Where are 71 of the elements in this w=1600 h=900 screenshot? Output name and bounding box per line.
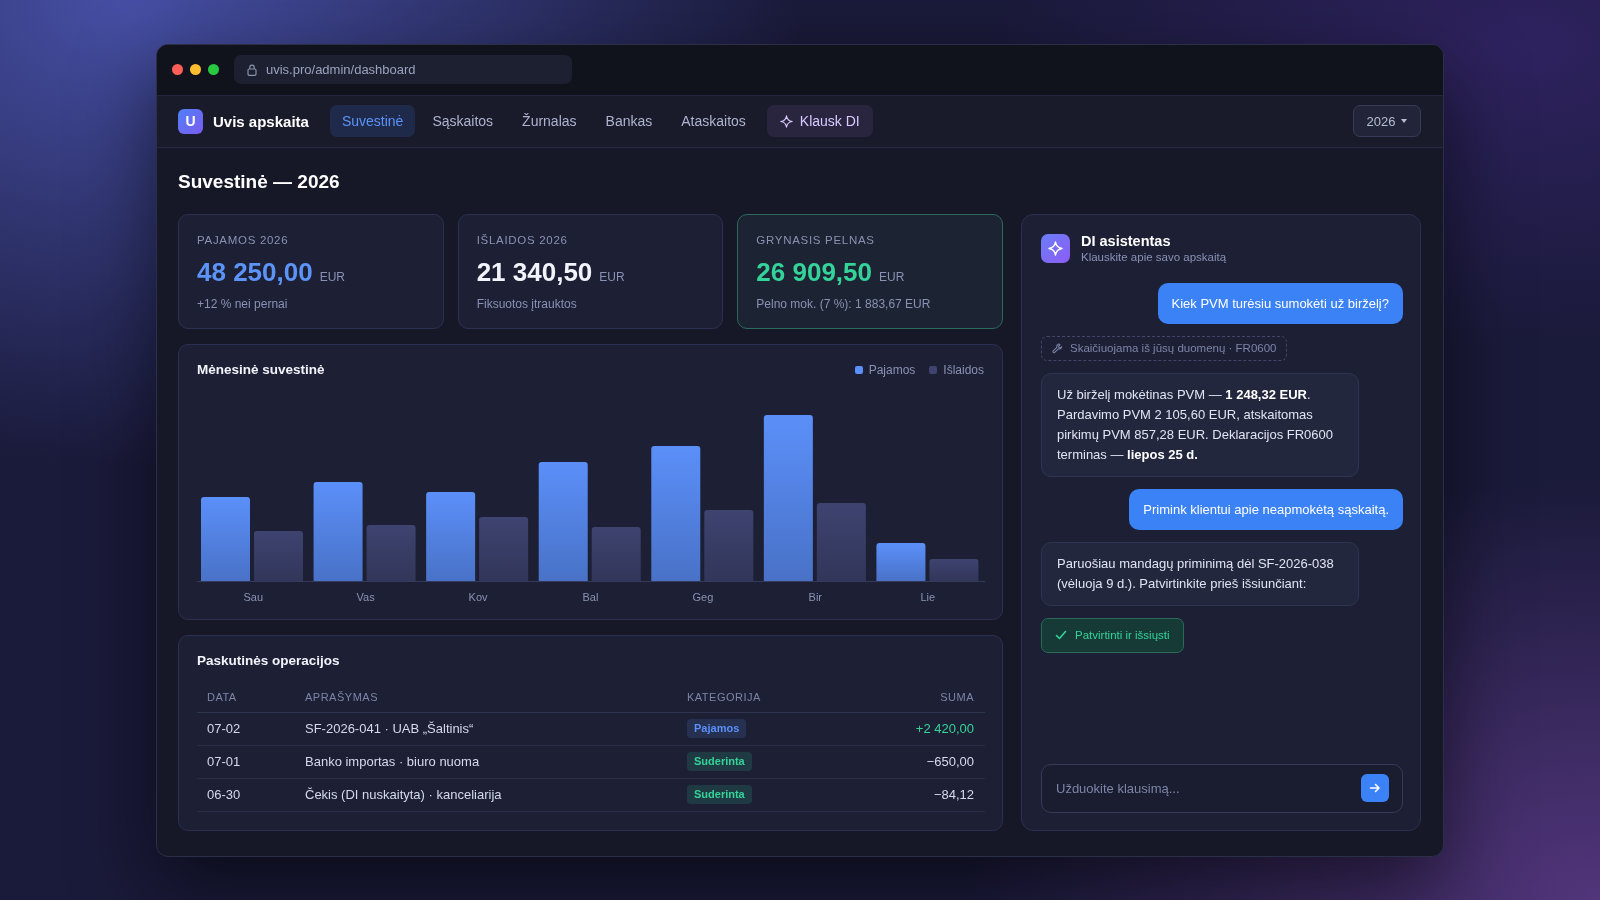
- assistant-message: Už birželį mokėtinas PVM — 1 248,32 EUR. Pardavimo PVM 2 105,60 EUR, atskaitomas pirkimų PVM 857,28 EUR. Deklaracijos FR0600 terminas — liepos 25 d.: [1041, 372, 1359, 477]
- month-label: Geg: [691, 589, 715, 605]
- month-label: Bal: [581, 589, 600, 605]
- legend-label: Išlaidos: [943, 362, 984, 377]
- window-maximize-icon[interactable]: [208, 64, 219, 75]
- sparkle-icon: [779, 114, 793, 128]
- month-label: Lie: [919, 589, 937, 605]
- assistant-message: Paruošiau mandagų priminimą dėl SF-2026-038 (vėluoja 9 d.). Patvirtinkite prieš išsiunčiant:: [1041, 541, 1359, 606]
- url-text: uvis.pro/admin/dashboard: [266, 62, 416, 77]
- column-header: SUMA: [865, 681, 985, 712]
- table-cell: −84,12: [865, 778, 985, 811]
- category-tag: Suderinta: [687, 785, 752, 804]
- table-cell: 07-02: [197, 712, 295, 745]
- category-tag: Suderinta: [687, 752, 752, 771]
- column-header: APRAŠYMAS: [295, 681, 677, 712]
- stat-value: 48 250,00: [197, 255, 313, 288]
- check-icon: [1055, 629, 1067, 641]
- address-bar[interactable]: uvis.pro/admin/dashboard: [234, 55, 572, 84]
- app-name: Uvis apskaita: [213, 112, 309, 130]
- nav-tab[interactable]: Sąskaitos: [420, 105, 506, 137]
- table-cell: SF-2026-041 · UAB „Šaltinis“: [295, 712, 677, 745]
- nav-tab[interactable]: Klausk DI: [766, 105, 873, 137]
- table-cell: +2 420,00: [865, 712, 985, 745]
- month-label: Vas: [355, 589, 376, 605]
- year-select[interactable]: 2026: [1353, 105, 1421, 137]
- user-message: Primink klientui apie neapmokėtą sąskaitą.: [1129, 488, 1403, 530]
- table-cell: −650,00: [865, 745, 985, 778]
- nav-tab[interactable]: Ataskaitos: [669, 105, 758, 137]
- window-minimize-icon[interactable]: [190, 64, 201, 75]
- category-tag: Pajamos: [687, 719, 747, 738]
- stat-unit: EUR: [879, 269, 905, 284]
- chart-title: Mėnesinė suvestinė: [197, 361, 325, 378]
- window-close-icon[interactable]: [172, 64, 183, 75]
- arrow-icon: [1369, 781, 1381, 794]
- nav-tab[interactable]: Žurnalas: [510, 105, 589, 137]
- stat-value: 26 909,50: [756, 255, 872, 288]
- column-header: KATEGORIJA: [677, 681, 865, 712]
- stat-unit: EUR: [599, 269, 625, 284]
- table-cell: 07-01: [197, 745, 295, 778]
- stat-note: Pelno mok. (7 %): 1 883,67 EUR: [756, 295, 932, 312]
- month-label: Kov: [467, 589, 489, 605]
- nav-tab[interactable]: Suvestinė: [329, 105, 416, 137]
- stat-note: Fiksuotos įtrauktos: [476, 295, 578, 312]
- wrench-icon: [1052, 342, 1063, 354]
- assistant-subtitle: Klauskite apie savo apskaitą: [1081, 249, 1227, 265]
- confirm-button[interactable]: Patvirtinti ir išsiųsti: [1041, 617, 1184, 653]
- stat-label: IŠLAIDOS 2026: [476, 232, 569, 248]
- page-title: Suvestinė — 2026: [178, 169, 341, 194]
- app-logo: U: [178, 108, 203, 134]
- stat-label: GRYNASIS PELNAS: [756, 232, 876, 248]
- table-cell: Čekis (DI nuskaityta) · kanceliarija: [295, 778, 677, 811]
- lock-icon: [247, 63, 257, 76]
- month-label: Sau: [242, 589, 264, 605]
- column-header: DATA: [197, 681, 295, 712]
- message-input[interactable]: Užduokite klausimą...: [1041, 763, 1403, 813]
- send-button[interactable]: [1361, 773, 1389, 802]
- stat-value: 21 340,50: [476, 255, 593, 288]
- assistant-title: DI asistentas: [1081, 232, 1172, 250]
- caret-icon: [1401, 119, 1408, 123]
- legend-label: Pajamos: [868, 362, 916, 377]
- stat-label: PAJAMOS 2026: [197, 232, 290, 248]
- user-message: Kiek PVM turėsiu sumokėti už birželį?: [1157, 282, 1403, 324]
- stat-unit: EUR: [319, 269, 345, 284]
- month-label: Bir: [807, 589, 824, 605]
- stat-note: +12 % nei pernai: [197, 295, 289, 312]
- table-cell: Banko importas · biuro nuoma: [295, 745, 677, 778]
- sparkle-icon: [1041, 234, 1070, 263]
- panel-title: Paskutinės operacijos: [197, 652, 341, 669]
- nav-tab[interactable]: Bankas: [593, 105, 665, 137]
- table-cell: 06-30: [197, 778, 295, 811]
- status-text: Skaičiuojama iš jūsų duomenų · FR0600: [1070, 342, 1277, 354]
